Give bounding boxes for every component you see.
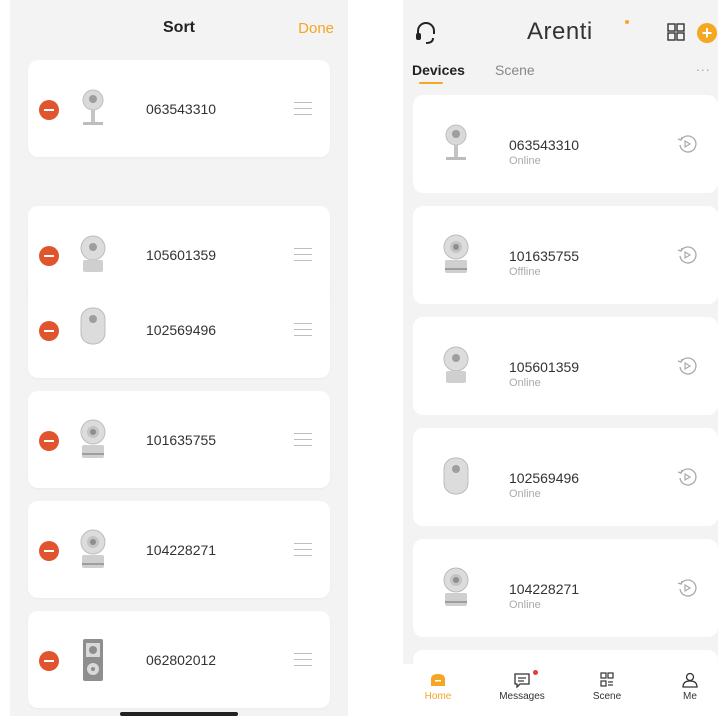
- device-name: 062802012: [146, 652, 217, 668]
- playback-icon[interactable]: [677, 134, 697, 154]
- device-card[interactable]: 102569496 Online: [413, 428, 718, 526]
- scene-icon: [600, 672, 614, 687]
- playback-icon[interactable]: [677, 578, 697, 598]
- drag-handle-icon[interactable]: [294, 102, 312, 116]
- remove-device-button[interactable]: [39, 246, 59, 266]
- device-status: Offline: [509, 266, 541, 278]
- notification-dot: [533, 670, 538, 675]
- device-status: Online: [509, 488, 541, 500]
- messages-icon: [514, 673, 530, 688]
- drag-handle-icon[interactable]: [294, 248, 312, 262]
- dome-camera-icon: [443, 346, 469, 383]
- sort-screen: Sort Done 063543310 105601359 102569496 …: [10, 0, 348, 716]
- device-name: 104228271: [509, 581, 580, 597]
- device-status: Online: [509, 599, 541, 611]
- nav-label: Home: [424, 691, 452, 702]
- headset-icon[interactable]: [415, 21, 437, 45]
- nav-label: Scene: [592, 691, 622, 702]
- device-card[interactable]: 063543310 Online: [413, 95, 718, 193]
- cube-camera-icon: [82, 89, 104, 125]
- nav-scene[interactable]: Scene: [577, 672, 637, 702]
- add-device-icon[interactable]: +: [697, 23, 717, 43]
- sort-header: Sort Done: [10, 0, 348, 56]
- nav-home[interactable]: Home: [408, 672, 468, 702]
- brand-logo-dot: [625, 20, 629, 24]
- home-icon: [431, 674, 445, 686]
- remove-device-button[interactable]: [39, 431, 59, 451]
- dome-camera-icon: [80, 235, 106, 272]
- playback-icon[interactable]: [677, 467, 697, 487]
- tab-devices[interactable]: Devices: [412, 62, 465, 78]
- pod-camera-icon: [80, 307, 106, 345]
- more-icon[interactable]: ...: [696, 58, 711, 74]
- sort-device-card[interactable]: 102569496: [28, 281, 330, 378]
- pod-camera-icon: [443, 457, 469, 495]
- playback-icon[interactable]: [677, 245, 697, 265]
- drag-handle-icon[interactable]: [294, 653, 312, 667]
- done-button[interactable]: Done: [298, 20, 334, 37]
- grid-view-icon[interactable]: [667, 23, 685, 41]
- drag-handle-icon[interactable]: [294, 323, 312, 337]
- bottom-nav: Home Messages Scene Me: [403, 664, 718, 716]
- device-name: 063543310: [146, 101, 217, 117]
- playback-icon[interactable]: [677, 356, 697, 376]
- nav-label: Me: [683, 691, 697, 702]
- remove-device-button[interactable]: [39, 541, 59, 561]
- brand-logo: Arenti: [527, 18, 593, 45]
- drag-handle-icon[interactable]: [294, 543, 312, 557]
- sort-device-card[interactable]: 104228271: [28, 501, 330, 598]
- tab-scene[interactable]: Scene: [495, 62, 535, 78]
- device-name: 102569496: [146, 322, 217, 338]
- device-card[interactable]: 101635755 Offline: [413, 206, 718, 304]
- sort-device-card[interactable]: 062802012: [28, 611, 330, 708]
- device-name: 063543310: [509, 137, 580, 153]
- nav-messages[interactable]: Messages: [492, 670, 552, 702]
- device-name: 104228271: [146, 542, 217, 558]
- device-status: Online: [509, 155, 541, 167]
- doorbell-icon: [83, 639, 103, 681]
- device-name: 101635755: [146, 432, 217, 448]
- pan-tilt-camera-icon: [443, 567, 469, 606]
- sort-device-card[interactable]: 101635755: [28, 391, 330, 488]
- home-indicator: [120, 712, 238, 716]
- nav-label: Messages: [499, 691, 545, 702]
- sort-device-card[interactable]: 063543310: [28, 60, 330, 157]
- device-card[interactable]: 105601359 Online: [413, 317, 718, 415]
- device-status: Online: [509, 377, 541, 389]
- active-tab-indicator: [419, 82, 443, 84]
- cube-camera-icon: [445, 124, 467, 160]
- nav-me[interactable]: Me: [660, 672, 718, 702]
- device-card[interactable]: 104228271 Online: [413, 539, 718, 637]
- device-name: 105601359: [146, 247, 217, 263]
- pan-tilt-camera-icon: [443, 234, 469, 273]
- profile-icon: [682, 672, 698, 688]
- device-name: 102569496: [509, 470, 580, 486]
- pan-tilt-camera-icon: [80, 419, 106, 458]
- remove-device-button[interactable]: [39, 100, 59, 120]
- remove-device-button[interactable]: [39, 651, 59, 671]
- home-screen: Arenti + Devices Scene ... 063543310 Onl…: [403, 0, 718, 716]
- pan-tilt-camera-icon: [80, 529, 106, 568]
- device-name: 105601359: [509, 359, 580, 375]
- device-name: 101635755: [509, 248, 580, 264]
- remove-device-button[interactable]: [39, 321, 59, 341]
- drag-handle-icon[interactable]: [294, 433, 312, 447]
